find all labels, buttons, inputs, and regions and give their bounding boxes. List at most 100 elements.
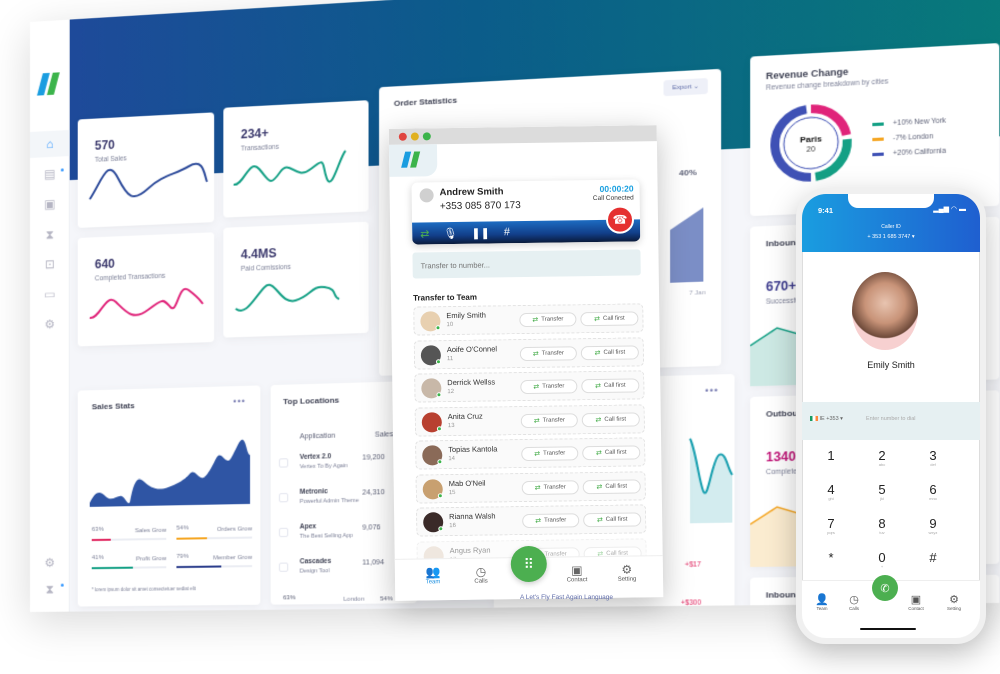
sidebar-item-calendar[interactable]: ▣: [30, 190, 70, 218]
sidebar-item-presentation[interactable]: ⊡: [30, 250, 70, 278]
keypad-key-6[interactable]: 6 mno: [918, 482, 948, 501]
team-member-name: Topias Kantola: [448, 444, 498, 455]
transfer-button[interactable]: ⇄Transfer: [519, 345, 577, 361]
table-row[interactable]: Metronic Powerful Admin Theme 24,310: [278, 485, 404, 522]
key-digit: 4: [827, 482, 835, 497]
country-code: IE +353 ▾: [819, 416, 843, 422]
team-icon: 👥: [425, 565, 441, 580]
team-member-row: Emily Smith 10 ⇄ Transfer ⇄ Call first: [413, 303, 644, 336]
transfer-button[interactable]: ⇄Transfer: [519, 312, 577, 328]
contacts-icon: ▣: [910, 594, 922, 606]
transfer-button[interactable]: ⇄Transfer: [521, 446, 579, 462]
keypad-key-hash[interactable]: #: [918, 550, 948, 565]
clock-icon: ◷: [849, 594, 859, 606]
transfer-number-input[interactable]: [412, 249, 641, 279]
app-sales: 24,310: [362, 489, 385, 497]
tab-label: Setting: [946, 606, 961, 611]
row-checkbox[interactable]: [278, 527, 289, 538]
team-member-extension: 15: [448, 489, 456, 496]
key-letters: def: [930, 462, 936, 467]
keypad-key-star[interactable]: *: [816, 550, 846, 565]
stat-card-transactions: 234+ Transactions: [223, 100, 369, 218]
transfer-button[interactable]: ⇄Transfer: [520, 379, 578, 395]
key-digit: 1: [827, 448, 835, 463]
legend-label: +10% New York: [892, 117, 946, 128]
team-member-extension: 14: [448, 456, 456, 463]
transfer-icon: ⇄: [594, 315, 601, 324]
minimize-window-button[interactable]: [410, 132, 419, 141]
call-first-button[interactable]: ⇄ Call first: [580, 344, 639, 360]
dial-number-input[interactable]: Enter number to dial: [866, 416, 916, 422]
sidebar-item-document[interactable]: ▭: [30, 280, 70, 308]
call-first-button[interactable]: ⇄ Call first: [581, 411, 640, 427]
keypad-key-8[interactable]: 8 tuv: [867, 516, 897, 535]
mobile-tab-contact[interactable]: ▣ Contact: [902, 593, 930, 611]
caller-id-select[interactable]: + 353 1 685 3747 ▾: [802, 234, 980, 240]
mobile-tab-calls[interactable]: ◷ Calls: [840, 593, 868, 611]
home-indicator[interactable]: [860, 628, 916, 630]
transfer-icon: ⇄: [532, 316, 539, 324]
row-checkbox[interactable]: [278, 562, 289, 572]
row-checkbox[interactable]: [278, 458, 289, 468]
maximize-window-button[interactable]: [422, 132, 431, 141]
sparkline-transactions: [223, 100, 368, 217]
keypad-key-5[interactable]: 5 jkl: [867, 482, 897, 501]
sparkline-total-sales: [78, 112, 214, 228]
country-code-select[interactable]: IE +353 ▾: [810, 416, 843, 422]
sidebar-item-home[interactable]: ⌂: [30, 129, 70, 158]
sidebar-item-clipboard[interactable]: ▤: [30, 160, 70, 188]
transfer-button[interactable]: ⇄Transfer: [521, 479, 579, 495]
table-row[interactable]: Vertex 2.0 Vertex To By Again 19,200: [278, 449, 404, 487]
app-sales: 19,200: [362, 454, 385, 462]
sidebar-item-hourglass[interactable]: ⧗: [30, 220, 70, 248]
legend-item: +10% New York: [872, 117, 946, 128]
app-subtitle: The Best Selling App: [299, 532, 353, 540]
pause-icon[interactable]: ❚❚: [471, 226, 490, 239]
transfer-icon: ⇄: [595, 449, 602, 458]
softphone-logo: [388, 144, 438, 177]
hourglass-icon: ⧗: [45, 226, 55, 241]
transfer-button[interactable]: ⇄Transfer: [522, 513, 580, 529]
keypad-key-4[interactable]: 4 ghi: [816, 482, 846, 501]
app-name: Apex: [299, 523, 317, 531]
close-window-button[interactable]: [398, 132, 407, 141]
call-button[interactable]: ✆: [872, 575, 898, 601]
keypad-key-2[interactable]: 2 abc: [867, 448, 897, 467]
keypad-hash-icon[interactable]: #: [504, 226, 510, 238]
team-member-name: Emily Smith: [446, 310, 486, 321]
microphone-icon[interactable]: 🎙: [443, 226, 457, 239]
mobile-tab-team[interactable]: 👤 Team: [808, 593, 836, 611]
call-first-button[interactable]: ⇄ Call first: [583, 512, 642, 528]
row-checkbox[interactable]: [278, 492, 289, 503]
table-row[interactable]: Apex The Best Selling App 9,076: [278, 520, 404, 557]
sidebar-bottom-settings[interactable]: ⚙: [30, 549, 70, 576]
keypad-key-3[interactable]: 3 def: [918, 448, 948, 467]
tab-team[interactable]: 👥 Team: [413, 565, 453, 586]
keypad-key-9[interactable]: 9 wxyz: [918, 516, 948, 535]
call-first-button[interactable]: ⇄ Call first: [582, 445, 641, 461]
call-first-button[interactable]: ⇄ Call first: [581, 378, 640, 394]
call-first-button[interactable]: ⇄ Call first: [580, 311, 639, 327]
sparkline-paid-commissions: [223, 222, 368, 338]
more-options-icon[interactable]: •••: [233, 396, 246, 407]
sidebar-item-settings[interactable]: ⚙: [30, 311, 70, 338]
tab-calls[interactable]: ◷ Calls: [461, 564, 501, 585]
transfer-icon[interactable]: ⇄: [420, 227, 429, 240]
transfer-icon: ⇄: [596, 483, 603, 491]
sidebar-bottom-hourglass[interactable]: ⧗: [30, 576, 70, 602]
notification-dot: [60, 583, 64, 587]
team-member-row: Mab O'Neil 15 ⇄ Transfer ⇄ Call first: [415, 470, 646, 504]
tab-label: Team: [816, 606, 828, 611]
keypad-key-7[interactable]: 7 pqrs: [816, 516, 846, 535]
keypad-key-0[interactable]: 0 +: [867, 550, 897, 569]
transfer-button[interactable]: ⇄Transfer: [520, 412, 578, 428]
keypad-key-1[interactable]: 1: [816, 448, 846, 463]
mobile-tab-setting[interactable]: ⚙ Setting: [940, 593, 968, 611]
tab-contact[interactable]: ▣ Contact: [557, 563, 597, 584]
table-row[interactable]: Cascades Design Tool 11,094: [278, 555, 404, 591]
call-first-button[interactable]: ⇄ Call first: [582, 478, 641, 494]
tab-setting[interactable]: ⚙ Setting: [607, 562, 647, 583]
dialpad-button[interactable]: ⠿: [510, 545, 548, 583]
call-first-label: Call first: [603, 382, 626, 389]
amount-300: +$300: [680, 599, 702, 607]
